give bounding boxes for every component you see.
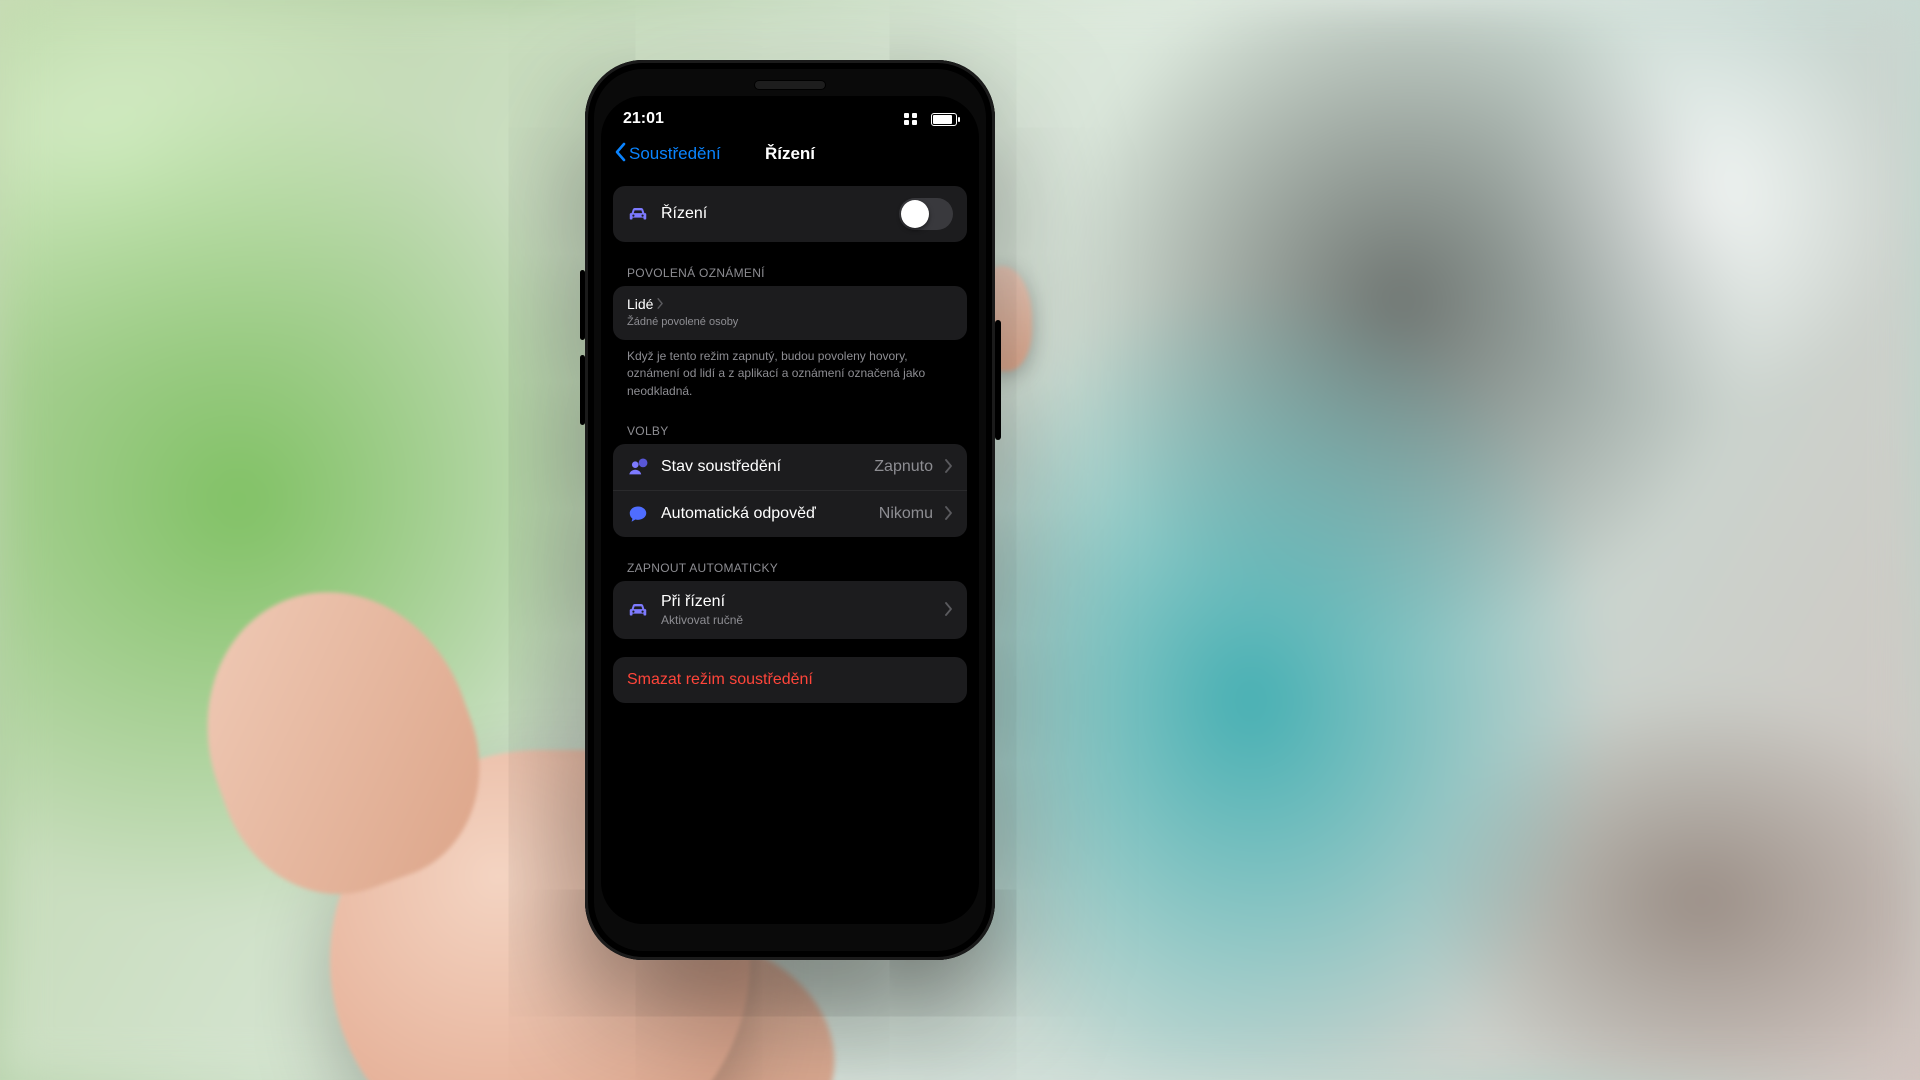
allowed-people-sub: Žádné povolené osoby bbox=[627, 316, 738, 328]
cellular-icon bbox=[904, 113, 919, 125]
auto-reply-value: Nikomu bbox=[879, 505, 933, 523]
while-driving-label: Při řízení bbox=[661, 593, 933, 611]
phone-volume-up bbox=[580, 270, 585, 340]
chevron-right-icon bbox=[945, 506, 953, 523]
focus-status-icon bbox=[627, 456, 649, 478]
driving-focus-label: Řízení bbox=[661, 205, 887, 223]
chevron-right-icon bbox=[945, 602, 953, 619]
delete-focus-label: Smazat režim soustředění bbox=[627, 671, 813, 689]
auto-reply-row[interactable]: Automatická odpověď Nikomu bbox=[613, 490, 967, 537]
driving-focus-toggle-row: Řízení bbox=[613, 186, 967, 242]
smartphone-body: 21:01 Soustředění Řízení bbox=[585, 60, 995, 960]
section-header-allowed: POVOLENÁ OZNÁMENÍ bbox=[613, 260, 967, 286]
while-driving-sub: Aktivovat ručně bbox=[661, 613, 933, 627]
battery-icon bbox=[931, 113, 957, 126]
while-driving-row[interactable]: Při řízení Aktivovat ručně bbox=[613, 581, 967, 639]
car-icon bbox=[627, 599, 649, 621]
phone-volume-down bbox=[580, 355, 585, 425]
allowed-people-row[interactable]: Lidé Žádné povolené osoby bbox=[613, 286, 967, 340]
chevron-right-icon bbox=[657, 296, 664, 312]
allowed-people-label: Lidé bbox=[627, 296, 653, 312]
phone-screen: 21:01 Soustředění Řízení bbox=[601, 96, 979, 924]
back-button[interactable]: Soustředění bbox=[613, 142, 721, 167]
section-header-options: VOLBY bbox=[613, 418, 967, 444]
auto-reply-label: Automatická odpověď bbox=[661, 505, 867, 523]
section-footer-allowed: Když je tento režim zapnutý, budou povol… bbox=[613, 340, 967, 400]
back-label: Soustředění bbox=[629, 144, 721, 164]
chevron-left-icon bbox=[613, 142, 627, 167]
chevron-right-icon bbox=[945, 459, 953, 476]
status-bar: 21:01 bbox=[601, 96, 979, 132]
delete-focus-button[interactable]: Smazat režim soustředění bbox=[613, 657, 967, 703]
nav-header: Soustředění Řízení bbox=[601, 132, 979, 176]
section-header-auto: ZAPNOUT AUTOMATICKY bbox=[613, 555, 967, 581]
status-time: 21:01 bbox=[623, 110, 664, 128]
focus-status-value: Zapnuto bbox=[874, 458, 933, 476]
focus-status-row[interactable]: Stav soustředění Zapnuto bbox=[613, 444, 967, 490]
chat-bubble-icon bbox=[627, 503, 649, 525]
phone-power-button bbox=[995, 320, 1001, 440]
car-icon bbox=[627, 203, 649, 225]
driving-focus-toggle[interactable] bbox=[899, 198, 953, 230]
focus-status-label: Stav soustředění bbox=[661, 458, 862, 476]
